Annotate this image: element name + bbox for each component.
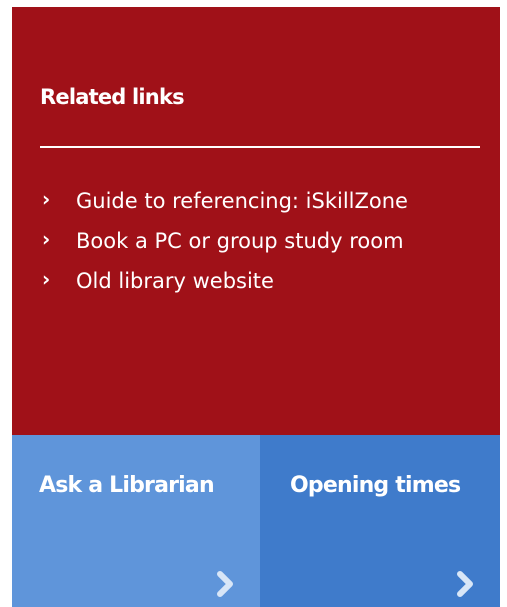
chevron-right-icon: › (42, 187, 51, 211)
related-link-old-library[interactable]: › Old library website (42, 265, 482, 297)
chevron-right-icon: › (42, 267, 51, 291)
related-links-panel: Related links › Guide to referencing: iS… (12, 7, 500, 435)
related-links-title: Related links (40, 85, 185, 109)
opening-times-tile[interactable]: Opening times (260, 435, 500, 607)
sidebar-widget: Related links › Guide to referencing: iS… (12, 7, 500, 607)
related-link-book-pc[interactable]: › Book a PC or group study room (42, 225, 482, 257)
chevron-right-icon (217, 571, 233, 597)
related-link-referencing[interactable]: › Guide to referencing: iSkillZone (42, 185, 482, 217)
title-divider (40, 146, 480, 148)
chevron-right-icon (457, 571, 473, 597)
chevron-right-icon: › (42, 227, 51, 251)
related-link-label: Guide to referencing: iSkillZone (76, 189, 408, 213)
tile-label: Ask a Librarian (39, 473, 215, 498)
ask-a-librarian-tile[interactable]: Ask a Librarian (12, 435, 260, 607)
related-links-list: › Guide to referencing: iSkillZone › Boo… (42, 185, 482, 305)
related-link-label: Old library website (76, 269, 274, 293)
tile-label: Opening times (290, 473, 461, 498)
related-link-label: Book a PC or group study room (76, 229, 404, 253)
